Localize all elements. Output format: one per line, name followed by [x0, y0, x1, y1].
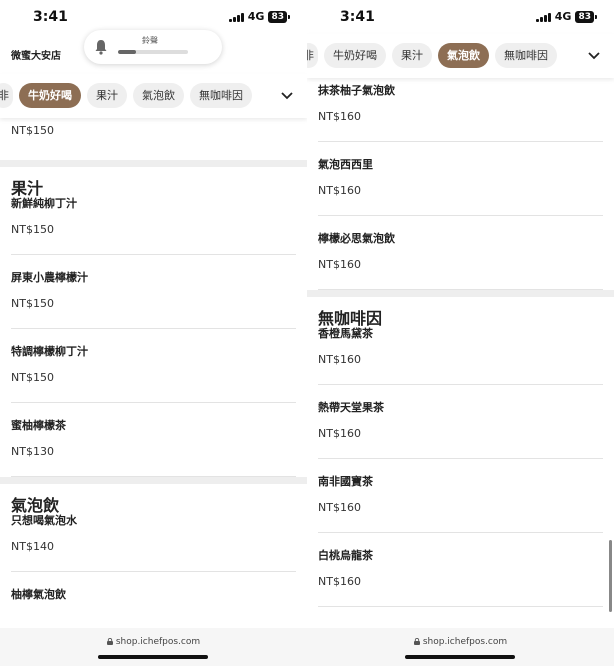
- network-label: 4G: [247, 10, 265, 23]
- menu-item[interactable]: 南非國寶茶 NT$160: [307, 459, 614, 533]
- browser-url-bar[interactable]: shop.ichefpos.com: [307, 628, 614, 666]
- item-price: NT$150: [11, 223, 54, 236]
- item-name: 白桃烏龍茶: [318, 549, 373, 562]
- menu-item[interactable]: 檸檬必思氣泡飲 NT$160: [307, 216, 614, 290]
- shop-name[interactable]: 微蜜大安店: [11, 47, 61, 62]
- category-tabs: 非牛奶好喝 果汁 氣泡飲 無咖啡因: [307, 43, 557, 68]
- item-price: NT$160: [318, 427, 361, 440]
- category-tab[interactable]: 非: [0, 83, 13, 108]
- battery-icon: 83: [268, 10, 290, 23]
- item-price: NT$160: [318, 501, 361, 514]
- item-divider: [11, 476, 296, 477]
- item-price: NT$150: [11, 297, 54, 310]
- item-name: 只想喝氣泡水: [11, 514, 77, 527]
- item-divider: [318, 606, 603, 607]
- category-tab[interactable]: 無咖啡因: [495, 43, 557, 68]
- section-title: 氣泡飲: [0, 484, 307, 515]
- item-price: NT$160: [318, 258, 361, 271]
- menu-list: 抹茶柚子氣泡飲 NT$160 氣泡西西里 NT$160 檸檬必思氣泡飲 NT$160 無咖…: [307, 78, 614, 607]
- category-tab[interactable]: 果汁: [87, 83, 127, 108]
- menu-item-partial[interactable]: NT$150: [0, 118, 307, 160]
- item-divider: [318, 289, 603, 290]
- category-tab[interactable]: 氣泡飲: [133, 83, 184, 108]
- url-text: shop.ichefpos.com: [422, 637, 508, 647]
- item-name: 柚檸氣泡飲: [11, 588, 66, 601]
- item-name: 南非國寶茶: [318, 475, 373, 488]
- notification-title: 鈴聲: [142, 36, 158, 45]
- phone-screen-right: 3:41 4G 83 非牛奶好喝 果汁 氣泡飲 無咖啡因 抹茶柚子氣泡飲 NT$160 氣…: [307, 0, 614, 666]
- category-tab[interactable]: 非: [307, 43, 318, 68]
- item-price: NT$160: [318, 575, 361, 588]
- status-time: 3:41: [33, 9, 68, 25]
- menu-item[interactable]: 只想喝氣泡水 NT$140: [0, 508, 307, 572]
- menu-item[interactable]: 蜜柚檸檬茶 NT$130: [0, 403, 307, 477]
- category-tab[interactable]: 牛奶好喝: [324, 43, 386, 68]
- menu-item[interactable]: 特調檸檬柳丁汁 NT$150: [0, 329, 307, 403]
- section-separator: [0, 160, 307, 167]
- category-tab[interactable]: 牛奶好喝: [19, 83, 81, 108]
- item-name: 香橙馬黛茶: [318, 327, 373, 340]
- phone-screen-left: 3:41 4G 83 微蜜大安店 鈴聲 非牛奶好喝 果汁 氣泡飲 無咖啡因 NT$15…: [0, 0, 307, 666]
- item-price: NT$150: [11, 371, 54, 384]
- scrollbar[interactable]: [609, 540, 612, 612]
- chevron-down-icon: [281, 92, 293, 100]
- category-tab[interactable]: 無咖啡因: [190, 83, 252, 108]
- item-price: NT$160: [318, 184, 361, 197]
- menu-item[interactable]: 白桃烏龍茶 NT$160: [307, 533, 614, 607]
- home-indicator[interactable]: [98, 655, 208, 659]
- home-indicator[interactable]: [405, 655, 515, 659]
- volume-fill: [118, 50, 136, 54]
- signal-icon: [228, 12, 244, 22]
- status-bar: 3:41 4G 83: [0, 0, 307, 34]
- item-name: 屏東小農檸檬汁: [11, 271, 88, 284]
- item-name: 抹茶柚子氣泡飲: [318, 84, 395, 97]
- category-tabs: 非牛奶好喝 果汁 氣泡飲 無咖啡因: [0, 83, 252, 108]
- bell-icon: [95, 40, 107, 55]
- category-tab[interactable]: 氣泡飲: [438, 43, 489, 68]
- item-name: 新鮮純柳丁汁: [11, 197, 77, 210]
- volume-bar: [118, 50, 188, 54]
- section-separator: [0, 477, 307, 484]
- menu-item[interactable]: 新鮮純柳丁汁 NT$150: [0, 191, 307, 255]
- expand-categories-button[interactable]: [267, 74, 307, 118]
- status-time: 3:41: [340, 9, 375, 25]
- item-price: NT$140: [11, 540, 54, 553]
- lock-icon: [106, 638, 113, 645]
- category-tab[interactable]: 果汁: [392, 43, 432, 68]
- status-bar: 3:41 4G 83: [307, 0, 614, 34]
- item-price: NT$150: [11, 124, 54, 137]
- menu-item[interactable]: 熱帶天堂果茶 NT$160: [307, 385, 614, 459]
- status-indicators: 4G 83: [228, 10, 290, 23]
- item-name: 蜜柚檸檬茶: [11, 419, 66, 432]
- item-name: 熱帶天堂果茶: [318, 401, 384, 414]
- expand-categories-button[interactable]: [574, 34, 614, 78]
- section-title: 無咖啡因: [307, 297, 614, 328]
- item-name: 氣泡西西里: [318, 158, 373, 171]
- item-price: NT$160: [318, 353, 361, 366]
- item-name: 檸檬必思氣泡飲: [318, 232, 395, 245]
- item-price: NT$130: [11, 445, 54, 458]
- menu-item[interactable]: 氣泡西西里 NT$160: [307, 142, 614, 216]
- network-label: 4G: [554, 10, 572, 23]
- signal-icon: [535, 12, 551, 22]
- battery-icon: 83: [575, 10, 597, 23]
- item-price: NT$160: [318, 110, 361, 123]
- menu-item[interactable]: 抹茶柚子氣泡飲 NT$160: [307, 78, 614, 142]
- menu-list: NT$150 果汁 新鮮純柳丁汁 NT$150 屏東小農檸檬汁 NT$150 特調檸檬柳丁…: [0, 118, 307, 646]
- category-tab-bar: 非牛奶好喝 果汁 氣泡飲 無咖啡因: [307, 34, 614, 78]
- section-separator: [307, 290, 614, 297]
- category-tab-bar: 非牛奶好喝 果汁 氣泡飲 無咖啡因: [0, 74, 307, 118]
- chevron-down-icon: [588, 52, 600, 60]
- url-text: shop.ichefpos.com: [115, 637, 201, 647]
- ringer-notification: 鈴聲: [84, 30, 222, 64]
- lock-icon: [413, 638, 420, 645]
- status-indicators: 4G 83: [535, 10, 597, 23]
- menu-item[interactable]: 香橙馬黛茶 NT$160: [307, 321, 614, 385]
- item-name: 特調檸檬柳丁汁: [11, 345, 88, 358]
- browser-url-bar[interactable]: shop.ichefpos.com: [0, 628, 307, 666]
- section-title: 果汁: [0, 167, 307, 198]
- menu-item[interactable]: 屏東小農檸檬汁 NT$150: [0, 255, 307, 329]
